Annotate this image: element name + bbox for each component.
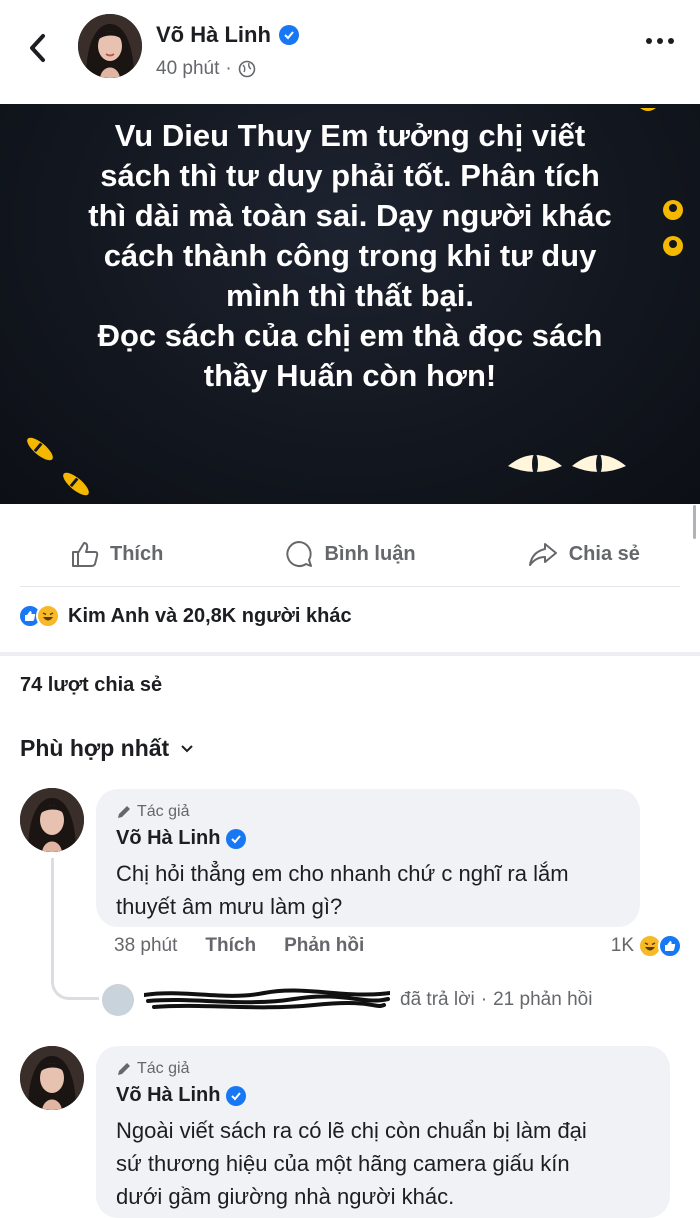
reply-separator: · <box>480 989 488 1010</box>
comment-sort-dropdown[interactable]: Phù hợp nhất <box>20 735 195 762</box>
reply-thread-line <box>51 858 99 1000</box>
replied-text: đã trả lời <box>400 989 475 1010</box>
like-thumb-icon <box>71 542 99 567</box>
author-name-text: Võ Hà Linh <box>156 22 271 47</box>
comment-text: Chị hỏi thẳng em cho nhanh chứ c nghĩ ra… <box>116 857 569 923</box>
post-meta: 40 phút · <box>156 58 256 80</box>
commenter-name-text: Võ Hà Linh <box>116 827 221 849</box>
more-dots-icon[interactable] <box>646 38 674 44</box>
commenter-name[interactable]: Võ Hà Linh <box>116 1084 247 1107</box>
comment-line: Ngoài viết sách ra có lẽ chị còn chuẩn b… <box>116 1118 587 1143</box>
pencil-icon <box>118 806 130 818</box>
share-arrow-icon <box>528 543 557 566</box>
comment-reply-button[interactable]: Phản hồi <box>284 935 364 957</box>
author-tag-label: Tác giả <box>137 1060 190 1077</box>
comment-line: Chị hỏi thẳng em cho nhanh chứ c nghĩ ra… <box>116 861 569 886</box>
comment-label: Bình luận <box>324 542 416 565</box>
like-label: Thích <box>109 542 164 565</box>
comment-actions: 38 phút Thích Phản hồi <box>114 935 364 957</box>
author-name[interactable]: Võ Hà Linh <box>156 22 299 48</box>
comment-button[interactable]: Bình luận <box>233 539 466 569</box>
post-actions: Thích Bình luận Chia sẻ <box>0 524 700 584</box>
comment-line: thuyết âm mưu làm gì? <box>116 894 343 919</box>
reactions-text: Kim Anh và 20,8K người khác <box>68 604 352 627</box>
share-button[interactable]: Chia sẻ <box>467 540 700 568</box>
reaction-icons <box>18 604 60 628</box>
comment-reactions[interactable]: 1K <box>611 934 682 958</box>
globe-icon <box>238 60 256 78</box>
redacted-name-scribble <box>144 988 390 1010</box>
chevron-down-icon <box>181 744 193 752</box>
view-replies-link[interactable]: đã trả lời · 21 phản hồi <box>102 982 592 1018</box>
commenter-name[interactable]: Võ Hà Linh <box>116 827 247 850</box>
back-button[interactable] <box>22 28 54 68</box>
meta-separator: · <box>225 58 232 79</box>
comment-bubble[interactable]: Tác giả Võ Hà Linh Chị hỏi thẳng em cho … <box>96 789 640 927</box>
replier-avatar <box>102 984 134 1016</box>
comment-like-button[interactable]: Thích <box>205 935 256 957</box>
comment-line: dưới gầm giường nhà người khác. <box>116 1184 455 1209</box>
commenter-avatar[interactable] <box>20 788 84 852</box>
verified-badge-icon <box>278 25 299 45</box>
like-button[interactable]: Thích <box>0 540 233 568</box>
pencil-icon <box>118 1063 130 1075</box>
verified-badge-icon <box>226 828 247 849</box>
verified-badge-icon <box>226 1085 247 1106</box>
post-time[interactable]: 40 phút <box>156 58 219 80</box>
author-avatar[interactable] <box>78 14 142 78</box>
reactions-summary[interactable]: Kim Anh và 20,8K người khác <box>18 604 352 628</box>
shares-count[interactable]: 74 lượt chia sẻ <box>20 674 162 697</box>
section-separator <box>0 652 700 656</box>
post-image[interactable]: Vu Dieu Thuy Em tưởng chị viết sách thì … <box>0 104 700 504</box>
comment-text: Ngoài viết sách ra có lẽ chị còn chuẩn b… <box>116 1114 587 1213</box>
author-tag: Tác giả <box>116 1060 189 1078</box>
commenter-avatar[interactable] <box>20 1046 84 1110</box>
reply-count: 21 phản hồi <box>493 989 593 1010</box>
author-tag: Tác giả <box>116 803 189 821</box>
comment-bubble[interactable]: Tác giả Võ Hà Linh Ngoài viết sách ra có… <box>96 1046 670 1218</box>
like-reaction-icon <box>658 934 682 958</box>
cat-eyes-decoration-icon <box>27 108 683 496</box>
sort-label: Phù hợp nhất <box>20 735 170 761</box>
comment-reaction-count: 1K <box>610 935 634 956</box>
post-header: Võ Hà Linh 40 phút · <box>0 0 700 104</box>
comment-bubble-icon <box>286 541 313 567</box>
comment-line: sứ thương hiệu của một hãng camera giấu … <box>116 1151 570 1176</box>
commenter-name-text: Võ Hà Linh <box>116 1084 221 1106</box>
author-tag-label: Tác giả <box>137 803 190 820</box>
divider <box>20 586 680 587</box>
back-chevron-icon <box>30 34 45 62</box>
share-label: Chia sẻ <box>568 542 640 565</box>
comment-time[interactable]: 38 phút <box>114 935 177 957</box>
haha-reaction-icon <box>36 604 60 628</box>
